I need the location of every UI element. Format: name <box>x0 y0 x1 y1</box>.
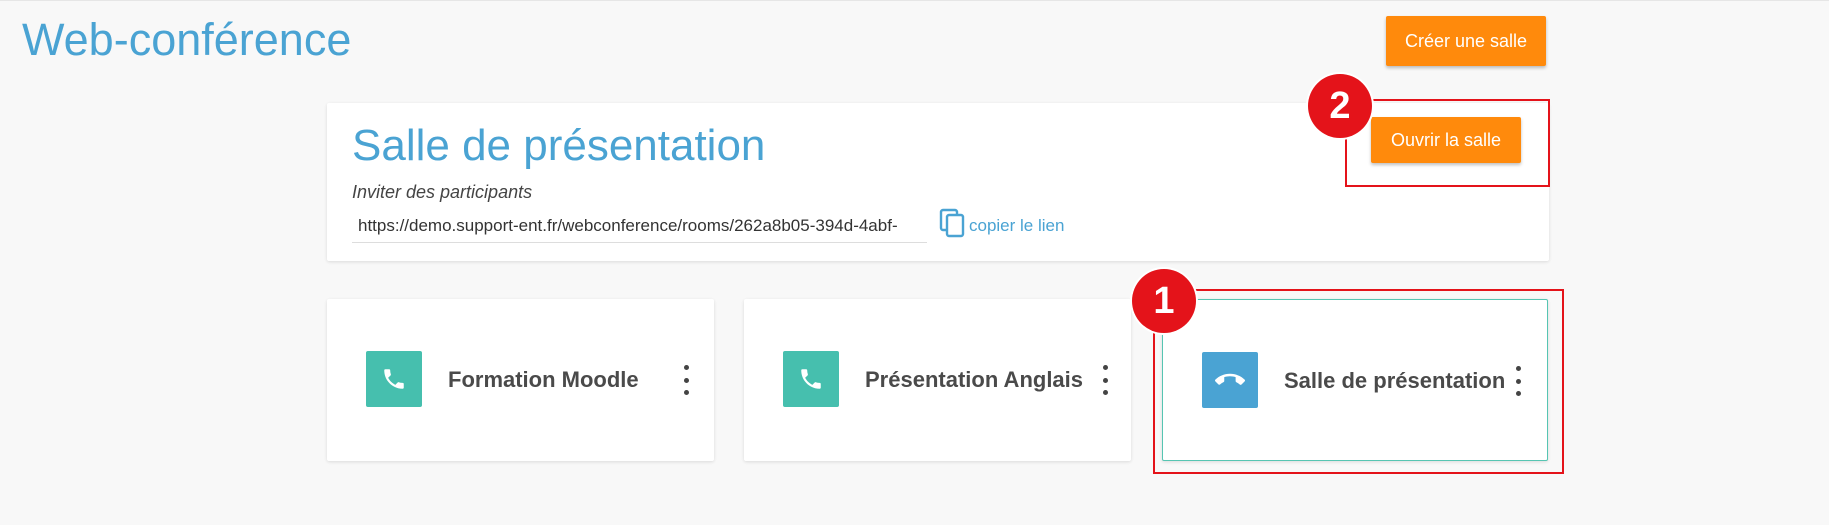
room-title: Salle de présentation <box>352 121 766 170</box>
step-badge-1: 1 <box>1132 269 1196 333</box>
copy-icon <box>939 208 967 243</box>
highlight-selected-room <box>1153 289 1564 474</box>
page-title: Web-conférence <box>22 14 352 65</box>
highlight-open-room <box>1345 99 1550 187</box>
copy-link-label: copier le lien <box>969 215 1065 235</box>
copy-link-button[interactable]: copier le lien <box>939 208 1064 243</box>
invite-label: Inviter des participants <box>352 182 533 202</box>
invite-link-field[interactable]: https://demo.support-ent.fr/webconferenc… <box>352 209 927 243</box>
create-room-button[interactable]: Créer une salle <box>1386 16 1546 66</box>
step-badge-2: 2 <box>1308 74 1372 138</box>
room-tile-name: Formation Moodle <box>448 367 639 392</box>
room-tile-name: Présentation Anglais <box>865 367 1084 392</box>
phone-icon <box>783 351 839 407</box>
more-options-icon[interactable] <box>1098 365 1112 395</box>
room-tile-presentation-anglais[interactable]: Présentation Anglais <box>744 299 1131 461</box>
top-divider <box>0 0 1829 1</box>
phone-icon <box>366 351 422 407</box>
more-options-icon[interactable] <box>679 365 693 395</box>
room-tile-formation-moodle[interactable]: Formation Moodle <box>327 299 714 461</box>
